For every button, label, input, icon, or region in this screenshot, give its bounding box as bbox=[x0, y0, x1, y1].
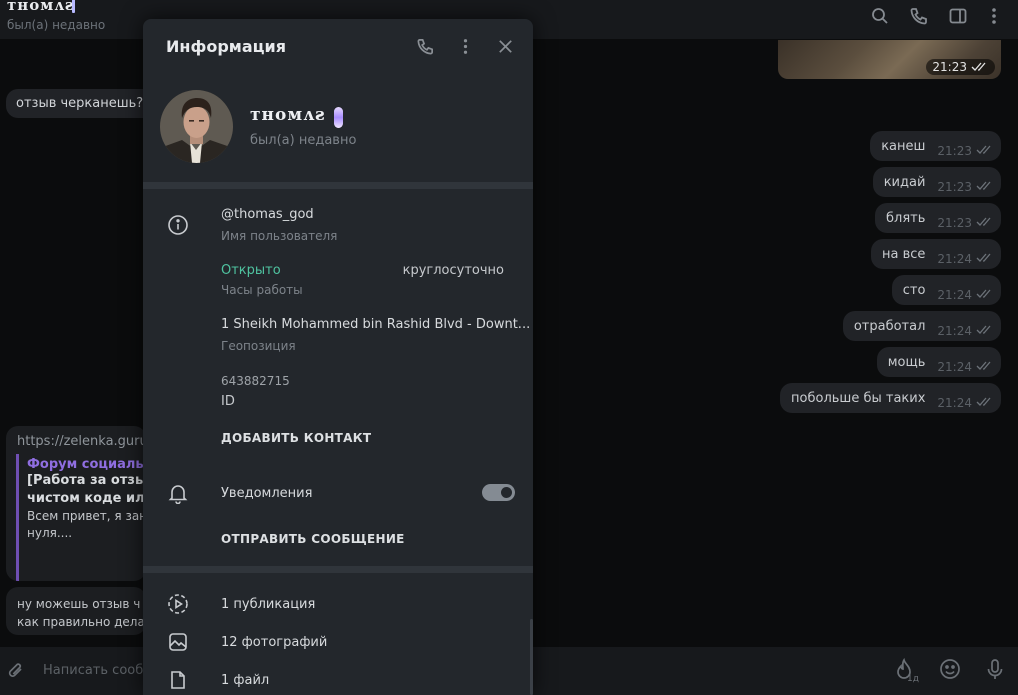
message-time: 21:23 bbox=[932, 60, 967, 74]
message-text: побольше бы таких bbox=[791, 390, 926, 406]
more-vertical-icon[interactable] bbox=[984, 6, 1004, 26]
link-message[interactable]: https://zelenka.guru/ Форум социальн [Ра… bbox=[6, 426, 146, 581]
panel-scrollbar[interactable] bbox=[530, 619, 533, 695]
profile-status: был(а) недавно bbox=[250, 133, 357, 148]
message-time: 21:24 bbox=[937, 324, 972, 338]
notifications-toggle[interactable] bbox=[482, 484, 515, 501]
read-check-icon bbox=[976, 181, 991, 190]
notifications-label: Уведомления bbox=[221, 486, 313, 501]
outgoing-message[interactable]: канеш 21:23 bbox=[870, 131, 1001, 161]
preview-heading: чистом коде или bbox=[27, 491, 146, 506]
section-divider bbox=[143, 566, 533, 573]
more-vertical-icon[interactable] bbox=[456, 37, 475, 60]
username-label: Имя пользователя bbox=[221, 229, 338, 243]
phone-icon[interactable] bbox=[416, 37, 435, 60]
hours-label: Часы работы bbox=[221, 283, 303, 297]
outgoing-message[interactable]: сто 21:24 bbox=[891, 275, 1001, 305]
media-item-label[interactable]: 1 файл bbox=[221, 673, 269, 688]
outgoing-message[interactable]: побольше бы таких 21:24 bbox=[780, 383, 1001, 413]
paperclip-icon[interactable] bbox=[6, 660, 26, 686]
preview-heading: [Работа за отзыв bbox=[27, 473, 146, 488]
message-link[interactable]: https://zelenka.guru/ bbox=[17, 434, 146, 449]
location-value[interactable]: 1 Sheikh Mohammed bin Rashid Blvd - Down… bbox=[221, 317, 530, 332]
info-icon bbox=[167, 214, 189, 240]
link-preview[interactable]: Форум социальн [Работа за отзыв чистом к… bbox=[16, 454, 146, 581]
id-value[interactable]: 643882715 bbox=[221, 374, 290, 388]
send-message-button[interactable]: ОТПРАВИТЬ СООБЩЕНИЕ bbox=[221, 532, 405, 546]
message-text: сто bbox=[902, 282, 926, 298]
preview-text: нуля.... bbox=[27, 526, 73, 540]
preview-title: Форум социальн bbox=[27, 457, 146, 472]
emoji-status-badge[interactable] bbox=[334, 107, 343, 128]
title-badge bbox=[72, 0, 75, 13]
outgoing-message[interactable]: отработал 21:24 bbox=[842, 311, 1001, 341]
outgoing-message[interactable]: кидай 21:23 bbox=[872, 167, 1001, 197]
preview-text: Всем привет, я зан bbox=[27, 509, 146, 523]
message-meta: 21:23 bbox=[926, 59, 995, 75]
media-item-label[interactable]: 1 публикация bbox=[221, 597, 315, 612]
panel-title: Информация bbox=[166, 37, 286, 56]
section-divider bbox=[143, 182, 533, 189]
photo-icon bbox=[167, 631, 189, 657]
read-check-icon bbox=[971, 62, 986, 71]
message-time: 21:24 bbox=[937, 360, 972, 374]
search-icon[interactable] bbox=[870, 6, 890, 26]
message-time: 21:24 bbox=[937, 396, 972, 410]
outgoing-message[interactable]: блять 21:23 bbox=[875, 203, 1001, 233]
timer-badge: 1д bbox=[907, 674, 919, 684]
message-time: 21:24 bbox=[937, 288, 972, 302]
read-check-icon bbox=[976, 145, 991, 154]
read-check-icon bbox=[976, 289, 991, 298]
outgoing-message[interactable]: на все 21:24 bbox=[871, 239, 1001, 269]
message-time: 21:24 bbox=[937, 252, 972, 266]
read-check-icon bbox=[976, 217, 991, 226]
username-value[interactable]: @thomas_god bbox=[221, 207, 314, 222]
message-text: ну можешь отзыв ч bbox=[17, 597, 141, 611]
story-icon bbox=[167, 593, 189, 619]
read-check-icon bbox=[976, 253, 991, 262]
read-check-icon bbox=[976, 325, 991, 334]
message-text: на все bbox=[882, 246, 926, 262]
media-item-label[interactable]: 12 фотографий bbox=[221, 635, 327, 650]
message-text: как правильно дела bbox=[17, 615, 145, 629]
image-message[interactable]: 21:23 bbox=[778, 40, 1001, 79]
hours-status[interactable]: Открыто bbox=[221, 263, 281, 278]
message-text: мощь bbox=[887, 354, 926, 370]
read-check-icon bbox=[976, 361, 991, 370]
sidebar-icon[interactable] bbox=[948, 6, 968, 26]
bell-icon bbox=[167, 482, 189, 508]
incoming-message[interactable]: отзыв черканешь?) bbox=[6, 89, 159, 118]
read-check-icon bbox=[976, 397, 991, 406]
profile-name: ᴛʜᴏᴍᴧƨ bbox=[250, 105, 326, 125]
message-text: канеш bbox=[881, 138, 926, 154]
chat-title[interactable]: ᴛʜᴏᴍᴧƨ bbox=[7, 0, 74, 14]
chat-status: был(а) недавно bbox=[7, 18, 106, 32]
emoji-icon[interactable] bbox=[939, 658, 961, 684]
microphone-icon[interactable] bbox=[984, 658, 1006, 686]
toggle-knob bbox=[501, 487, 512, 498]
id-label: ID bbox=[221, 394, 235, 409]
location-label: Геопозиция bbox=[221, 339, 296, 353]
message-time: 21:23 bbox=[937, 144, 972, 158]
message-time: 21:23 bbox=[937, 216, 972, 230]
incoming-message[interactable]: ну можешь отзыв ч как правильно дела bbox=[6, 587, 146, 635]
avatar[interactable] bbox=[160, 90, 233, 163]
outgoing-message[interactable]: мощь 21:24 bbox=[876, 347, 1001, 377]
hours-value: круглосуточно bbox=[402, 263, 504, 278]
message-text: отработал bbox=[853, 318, 926, 334]
close-icon[interactable] bbox=[496, 37, 515, 60]
file-icon bbox=[167, 669, 189, 695]
message-text: блять bbox=[886, 210, 926, 226]
message-text: кидай bbox=[883, 174, 926, 190]
info-panel: Информация ᴛʜᴏᴍᴧƨ был(а) недавно @thomas… bbox=[143, 19, 533, 695]
add-contact-button[interactable]: ДОБАВИТЬ КОНТАКТ bbox=[221, 431, 371, 445]
phone-icon[interactable] bbox=[909, 6, 929, 26]
message-time: 21:23 bbox=[937, 180, 972, 194]
